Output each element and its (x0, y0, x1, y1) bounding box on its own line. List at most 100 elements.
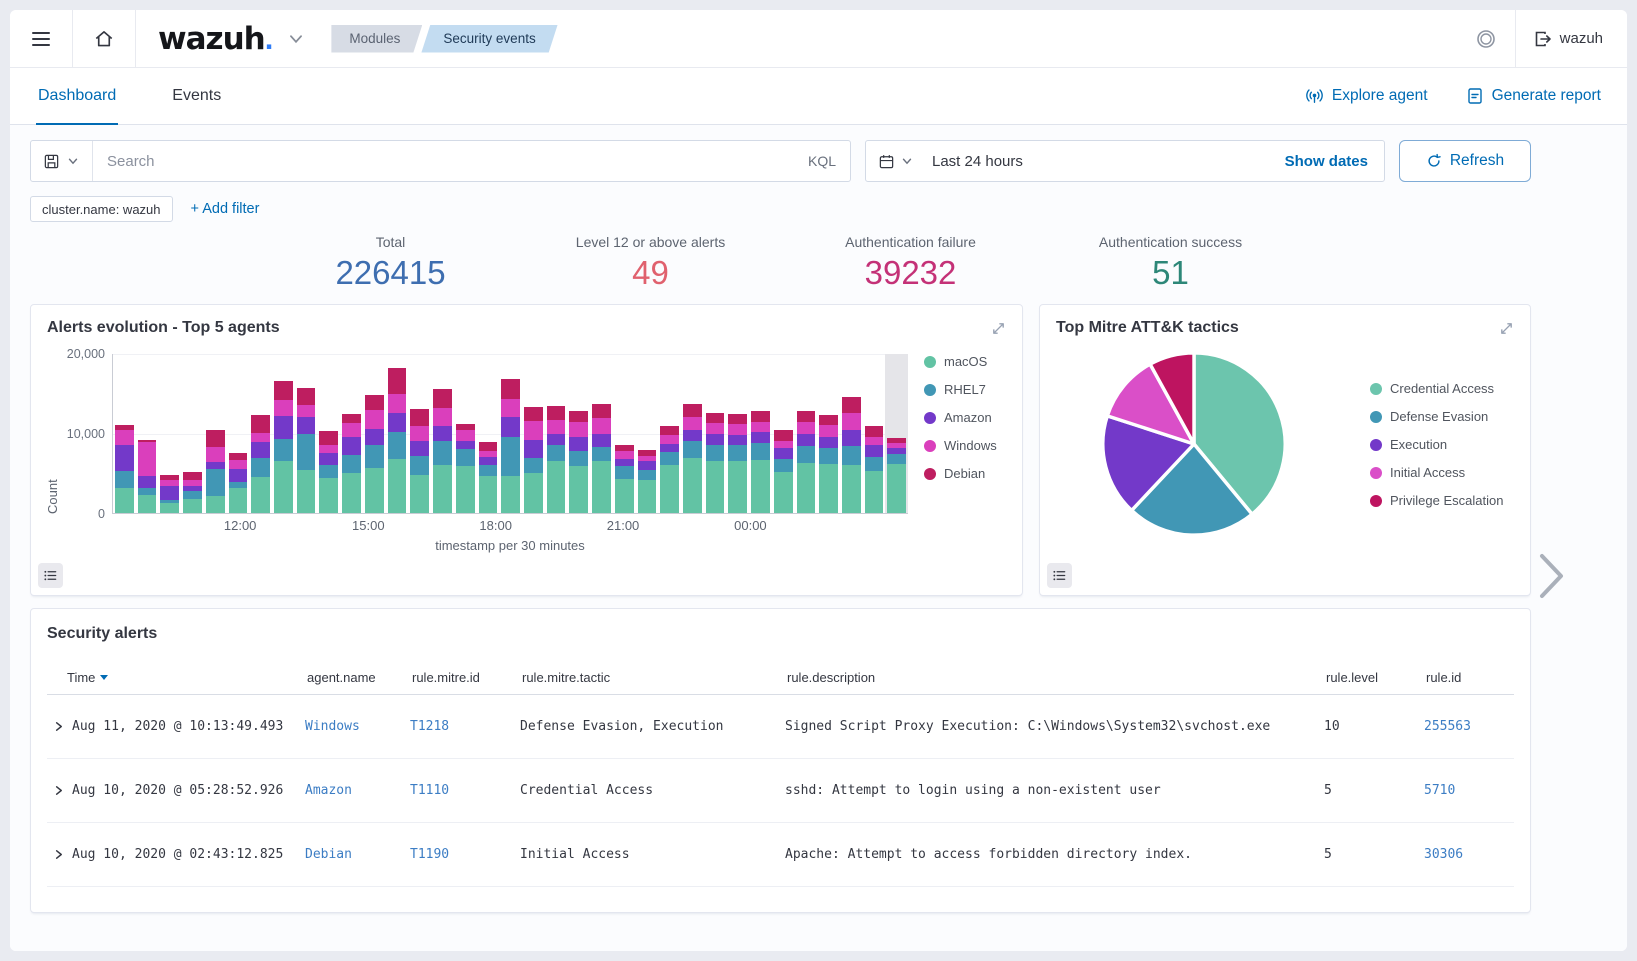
search-input[interactable] (93, 153, 794, 170)
bar-segment-macos[interactable] (410, 475, 429, 513)
bar-segment-debian[interactable] (569, 411, 588, 422)
bar-segment-macos[interactable] (706, 461, 725, 513)
cell-rule-id-link[interactable]: 5710 (1424, 783, 1455, 798)
bar-segment-windows[interactable] (115, 430, 134, 446)
bar-segment-rhel7[interactable] (388, 432, 407, 459)
bar-segment-debian[interactable] (865, 426, 884, 436)
bar-segment-windows[interactable] (751, 422, 770, 432)
cell-agent-name-link[interactable]: Amazon (305, 783, 352, 798)
bar-segment-macos[interactable] (501, 476, 520, 513)
add-filter-button[interactable]: + Add filter (191, 201, 260, 217)
bar-segment-amazon[interactable] (524, 440, 543, 458)
bar-segment-macos[interactable] (569, 466, 588, 513)
bar-segment-rhel7[interactable] (706, 445, 725, 461)
bar-column[interactable] (545, 354, 568, 513)
bar-segment-macos[interactable] (479, 476, 498, 513)
bar-segment-macos[interactable] (251, 477, 270, 513)
bar-segment-windows[interactable] (592, 418, 611, 433)
cell-rule-id-link[interactable]: 30306 (1424, 847, 1463, 862)
bar-segment-amazon[interactable] (160, 486, 179, 500)
health-indicator-button[interactable] (1457, 10, 1515, 68)
bar-segment-macos[interactable] (274, 461, 293, 513)
bar-segment-windows[interactable] (297, 405, 316, 417)
bar-segment-macos[interactable] (524, 473, 543, 513)
bar-column[interactable] (204, 354, 227, 513)
bar-segment-debian[interactable] (433, 389, 452, 408)
bar-segment-rhel7[interactable] (797, 446, 816, 463)
bar-column[interactable] (477, 354, 500, 513)
bar-segment-rhel7[interactable] (887, 454, 906, 464)
bar-segment-windows[interactable] (138, 442, 157, 475)
bar-segment-macos[interactable] (319, 478, 338, 513)
bar-column[interactable] (363, 354, 386, 513)
cell-agent-name-link[interactable]: Debian (305, 847, 352, 862)
bar-segment-amazon[interactable] (728, 435, 747, 445)
bar-segment-rhel7[interactable] (433, 441, 452, 465)
legend-item[interactable]: Amazon (924, 410, 1012, 425)
inspect-button[interactable] (1047, 563, 1072, 588)
bar-column[interactable] (726, 354, 749, 513)
bar-segment-windows[interactable] (206, 447, 225, 462)
bar-segment-macos[interactable] (138, 495, 157, 513)
expand-panel-button[interactable] (989, 319, 1008, 338)
bar-segment-rhel7[interactable] (479, 465, 498, 477)
bar-segment-windows[interactable] (456, 430, 475, 440)
bar-column[interactable] (227, 354, 250, 513)
bar-segment-debian[interactable] (410, 409, 429, 426)
bar-segment-amazon[interactable] (865, 445, 884, 457)
bar-segment-macos[interactable] (547, 461, 566, 513)
bar-segment-macos[interactable] (433, 465, 452, 513)
bar-segment-debian[interactable] (342, 414, 361, 424)
bar-segment-rhel7[interactable] (615, 466, 634, 479)
bar-segment-rhel7[interactable] (547, 445, 566, 460)
bar-column[interactable] (340, 354, 363, 513)
bar-segment-windows[interactable] (842, 413, 861, 430)
bar-segment-windows[interactable] (547, 420, 566, 434)
bar-segment-rhel7[interactable] (638, 470, 657, 480)
bar-segment-amazon[interactable] (342, 437, 361, 454)
bar-column[interactable] (817, 354, 840, 513)
bar-segment-amazon[interactable] (797, 434, 816, 446)
bar-segment-debian[interactable] (365, 395, 384, 409)
bar-segment-windows[interactable] (683, 417, 702, 430)
bar-segment-amazon[interactable] (706, 434, 725, 445)
bar-column[interactable] (408, 354, 431, 513)
cell-rule-id-link[interactable]: 255563 (1424, 719, 1471, 734)
tab-events[interactable]: Events (170, 68, 223, 124)
bar-segment-debian[interactable] (751, 411, 770, 421)
bar-segment-amazon[interactable] (229, 469, 248, 483)
bar-segment-macos[interactable] (797, 463, 816, 513)
pie-svg[interactable] (1096, 346, 1292, 542)
inspect-button[interactable] (38, 563, 63, 588)
bar-segment-debian[interactable] (660, 426, 679, 435)
bar-segment-windows[interactable] (728, 424, 747, 435)
legend-item[interactable]: Privilege Escalation (1370, 493, 1458, 508)
bar-segment-macos[interactable] (456, 466, 475, 513)
bar-segment-amazon[interactable] (660, 444, 679, 452)
bar-segment-amazon[interactable] (456, 441, 475, 449)
legend-item[interactable]: macOS (924, 354, 1012, 369)
wazuh-logo[interactable]: wazuh. (158, 21, 273, 57)
stat-value[interactable]: 39232 (781, 254, 1041, 292)
bar-segment-debian[interactable] (819, 415, 838, 425)
bar-segment-windows[interactable] (274, 400, 293, 416)
bar-segment-rhel7[interactable] (728, 445, 747, 461)
bar-segment-amazon[interactable] (138, 476, 157, 488)
bar-segment-amazon[interactable] (251, 442, 270, 458)
bar-column[interactable] (499, 354, 522, 513)
bar-segment-debian[interactable] (206, 430, 225, 447)
next-charts-button[interactable] (1539, 553, 1565, 599)
bar-segment-amazon[interactable] (638, 461, 657, 470)
bar-column[interactable] (704, 354, 727, 513)
bar-segment-amazon[interactable] (547, 434, 566, 446)
bar-segment-windows[interactable] (410, 426, 429, 442)
bar-segment-macos[interactable] (115, 488, 134, 513)
stat-value[interactable]: 49 (521, 254, 781, 292)
expand-panel-button[interactable] (1497, 319, 1516, 338)
bar-segment-macos[interactable] (638, 480, 657, 513)
cell-rule-mitre-id-link[interactable]: T1110 (410, 783, 449, 798)
home-button[interactable] (73, 10, 135, 68)
bar-segment-macos[interactable] (615, 479, 634, 513)
bar-segment-windows[interactable] (819, 425, 838, 437)
legend-item[interactable]: Initial Access (1370, 465, 1458, 480)
